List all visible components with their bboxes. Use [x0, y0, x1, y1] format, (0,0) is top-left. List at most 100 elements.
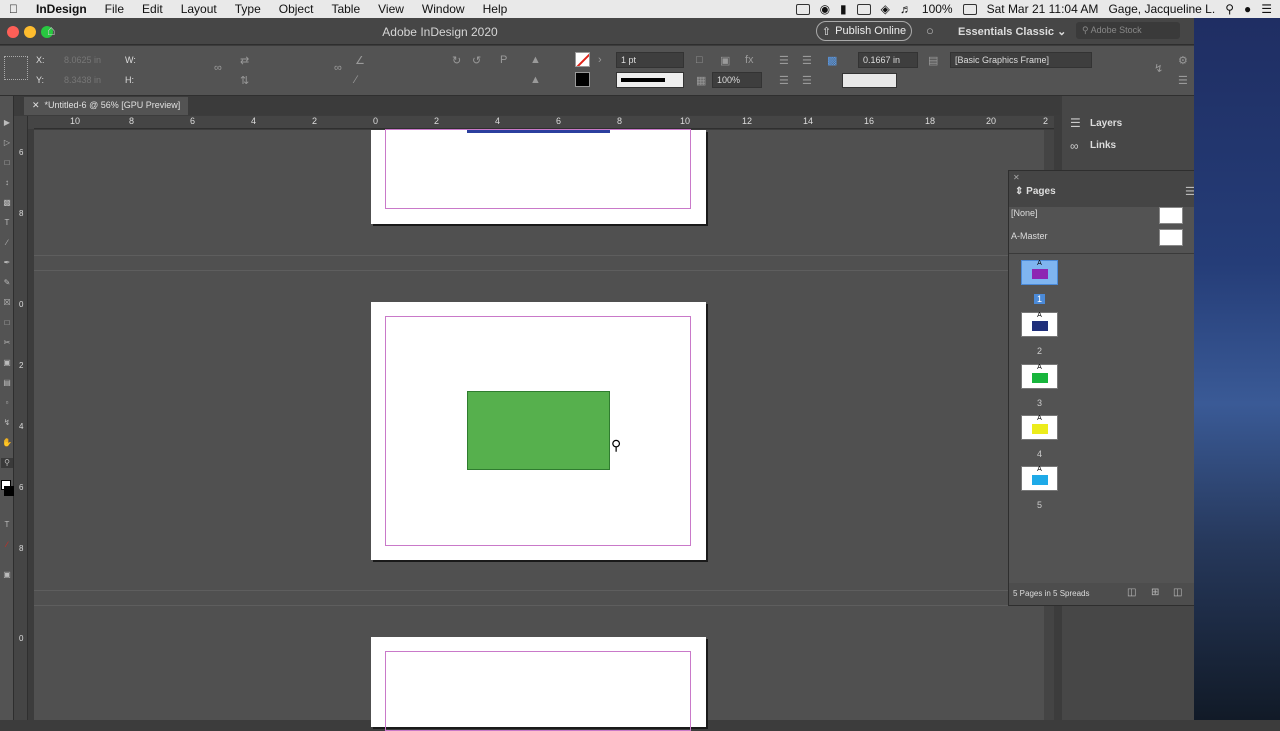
- align-left-icon[interactable]: ☰: [779, 54, 789, 67]
- master-a-thumbnail[interactable]: [1159, 229, 1183, 246]
- master-a[interactable]: A-Master: [1011, 231, 1048, 241]
- eyedropper-tool-icon[interactable]: ↯: [1, 418, 13, 428]
- flip-horizontal-icon[interactable]: ▲: [530, 54, 541, 66]
- type-tool-icon[interactable]: T: [1, 218, 13, 228]
- stroke-type-dropdown[interactable]: [616, 72, 684, 88]
- airplay-icon[interactable]: [856, 3, 871, 15]
- hand-tool-icon[interactable]: ✋: [1, 438, 13, 448]
- object-style-icon[interactable]: ▤: [928, 54, 938, 67]
- opacity-icon[interactable]: ▦: [696, 74, 706, 87]
- constrain-proportions-icon[interactable]: ∞: [214, 62, 222, 74]
- rotation-angle-icon[interactable]: ∠: [355, 54, 365, 67]
- siri-icon[interactable]: ●: [1244, 2, 1251, 16]
- screen-mode-icon[interactable]: ▣: [1, 570, 13, 580]
- page-rectangle[interactable]: [467, 130, 610, 133]
- adobe-stock-search[interactable]: ⚲ Adobe Stock: [1076, 22, 1180, 39]
- volume-icon[interactable]: ♬: [900, 2, 912, 16]
- line-tool-icon[interactable]: ∕: [1, 238, 13, 248]
- opacity-field[interactable]: 100%: [712, 72, 762, 88]
- gap-tool-icon[interactable]: ↕: [1, 178, 13, 188]
- quick-apply-lightning-icon[interactable]: ↯: [1154, 62, 1163, 75]
- publish-online-button[interactable]: ⇧ Publish Online: [816, 21, 912, 41]
- document-page-1[interactable]: [371, 129, 706, 224]
- shear-angle-icon[interactable]: ∕: [355, 74, 357, 86]
- new-page-icon[interactable]: ⊞: [1151, 587, 1159, 598]
- battery-percent[interactable]: 100%: [922, 2, 953, 16]
- page-thumbnail[interactable]: A: [1021, 312, 1058, 337]
- delete-page-icon[interactable]: ◫: [1173, 587, 1182, 598]
- scissors-tool-icon[interactable]: ✂: [1, 338, 13, 348]
- free-transform-tool-icon[interactable]: ▣: [1, 358, 13, 368]
- page-tool-icon[interactable]: □: [1, 158, 13, 168]
- x-position-field[interactable]: 8.0625 in: [64, 55, 101, 65]
- gradient-tool-icon[interactable]: ▤: [1, 378, 13, 388]
- close-panel-icon[interactable]: ✕: [1013, 173, 1020, 182]
- color-preview-field[interactable]: [842, 73, 897, 88]
- selection-tool-icon[interactable]: ▶: [1, 118, 13, 128]
- page-thumbnail[interactable]: A: [1021, 415, 1058, 440]
- align-center-icon[interactable]: ☰: [802, 54, 812, 67]
- stroke-black-swatch[interactable]: [575, 72, 590, 87]
- rectangle-frame-tool-icon[interactable]: ☒: [1, 298, 13, 308]
- menu-file[interactable]: File: [96, 2, 133, 16]
- screen-record-icon[interactable]: [795, 3, 810, 15]
- formatting-container-icon[interactable]: T: [1, 520, 13, 530]
- clock[interactable]: Sat Mar 21 11:04 AM: [987, 2, 1099, 16]
- horizontal-ruler[interactable]: 10 8 6 4 2 0 2 4 6 8 10 12 14 16 18 20 2: [34, 116, 1054, 129]
- page-thumbnail[interactable]: A: [1021, 364, 1058, 389]
- menu-object[interactable]: Object: [270, 2, 323, 16]
- menu-edit[interactable]: Edit: [133, 2, 172, 16]
- drop-shadow-icon[interactable]: ▣: [720, 54, 730, 67]
- menu-type[interactable]: Type: [226, 2, 270, 16]
- menu-layout[interactable]: Layout: [172, 2, 226, 16]
- master-none-thumbnail[interactable]: [1159, 207, 1183, 224]
- link-icon[interactable]: ∞: [334, 62, 342, 74]
- fill-none-swatch[interactable]: [575, 52, 590, 67]
- menu-view[interactable]: View: [369, 2, 413, 16]
- pages-panel-title[interactable]: ⇕ Pages: [1015, 186, 1056, 197]
- reference-point-icon[interactable]: [4, 56, 28, 80]
- distribute-icon[interactable]: ☰: [779, 74, 789, 87]
- note-tool-icon[interactable]: ▫: [1, 398, 13, 408]
- effects-fx-icon[interactable]: fx: [745, 54, 754, 66]
- menu-table[interactable]: Table: [322, 2, 369, 16]
- align-right-icon[interactable]: ☰: [802, 74, 812, 87]
- corner-options-icon[interactable]: □: [696, 54, 703, 66]
- apple-menu-icon[interactable]: : [0, 2, 27, 16]
- layers-panel-tab[interactable]: Layers: [1090, 118, 1122, 129]
- page-thumbnail[interactable]: A: [1021, 260, 1058, 285]
- stroke-weight-field[interactable]: 1 pt: [616, 52, 684, 68]
- scale-x-icon[interactable]: ⇄: [240, 54, 249, 67]
- apply-none-icon[interactable]: ∕: [1, 540, 13, 550]
- green-rectangle[interactable]: [467, 391, 610, 470]
- master-none[interactable]: [None]: [1011, 208, 1038, 218]
- zoom-tool-icon[interactable]: ⚲: [1, 458, 13, 468]
- flip-vertical-icon[interactable]: ▲: [530, 74, 541, 86]
- rotate-cw-icon[interactable]: ↻: [452, 54, 461, 67]
- content-collector-tool-icon[interactable]: ▩: [1, 198, 13, 208]
- scale-y-icon[interactable]: ⇅: [240, 74, 249, 87]
- text-wrap-icon[interactable]: P: [500, 54, 507, 66]
- spotlight-search-icon[interactable]: ⚲: [1225, 2, 1234, 16]
- page-thumbnail[interactable]: A: [1021, 466, 1058, 491]
- lightbulb-icon[interactable]: ○: [926, 23, 934, 38]
- menu-help[interactable]: Help: [474, 2, 517, 16]
- panel-menu-icon[interactable]: ☰: [1178, 74, 1188, 87]
- stroke-swatch-icon[interactable]: [4, 486, 14, 496]
- document-tab[interactable]: ✕ *Untitled-6 @ 56% [GPU Preview]: [24, 97, 189, 115]
- settings-gear-icon[interactable]: ⚙: [1178, 54, 1188, 67]
- rotate-ccw-icon[interactable]: ↺: [472, 54, 481, 67]
- frame-fitting-icon[interactable]: ▩: [827, 54, 837, 67]
- app-menu[interactable]: InDesign: [27, 2, 96, 16]
- creative-cloud-icon[interactable]: ◉: [820, 2, 830, 16]
- offset-field[interactable]: 0.1667 in: [858, 52, 918, 68]
- workspace-switcher[interactable]: Essentials Classic ⌄: [958, 25, 1066, 38]
- close-tab-icon[interactable]: ✕: [32, 100, 45, 110]
- y-position-field[interactable]: 8.3438 in: [64, 75, 101, 85]
- document-page-3[interactable]: [371, 637, 706, 731]
- document-page-2[interactable]: [371, 302, 706, 560]
- notification-center-icon[interactable]: ☰: [1261, 2, 1272, 16]
- pen-tool-icon[interactable]: ✒: [1, 258, 13, 268]
- direct-selection-tool-icon[interactable]: ▷: [1, 138, 13, 148]
- shield-icon[interactable]: ▮: [840, 2, 847, 16]
